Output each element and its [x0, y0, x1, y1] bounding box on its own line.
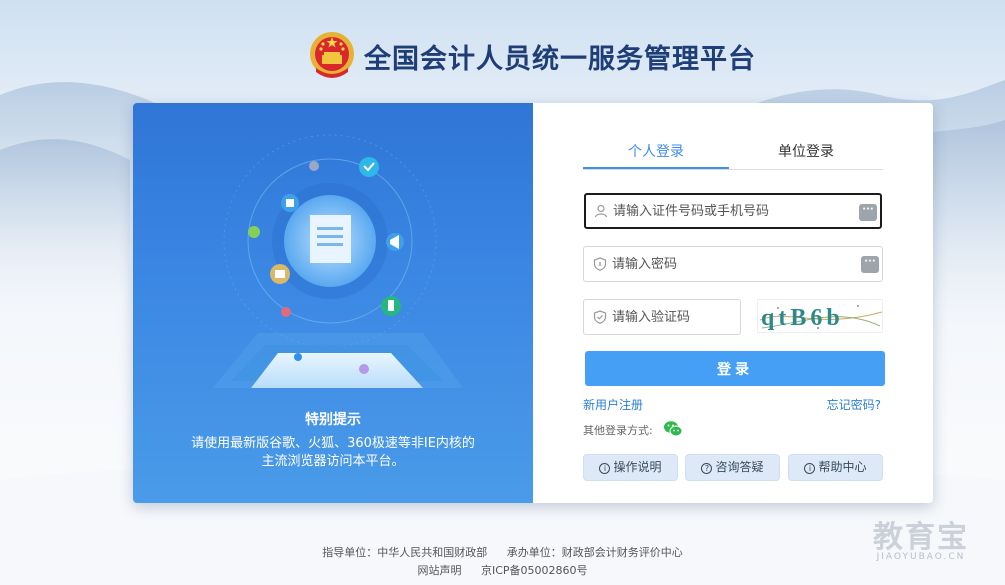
wechat-icon[interactable]: [663, 420, 683, 438]
more-icon[interactable]: ···: [859, 204, 877, 221]
login-card: 特别提示 请使用最新版谷歌、火狐、360极速等非IE内核的 主流浏览器访问本平台…: [133, 103, 933, 503]
shield-icon: [593, 257, 607, 271]
site-header: 全国会计人员统一服务管理平台: [0, 28, 1005, 84]
notice-text: 请使用最新版谷歌、火狐、360极速等非IE内核的 主流浏览器访问本平台。: [183, 435, 483, 471]
shield-check-icon: [593, 310, 607, 324]
other-login-label: 其他登录方式:: [583, 424, 653, 437]
icp-link[interactable]: 京ICP备05002860号: [481, 564, 588, 577]
help-center-button[interactable]: i 帮助中心: [788, 454, 883, 481]
captcha-image[interactable]: qtB6b: [757, 299, 883, 333]
site-title: 全国会计人员统一服务管理平台: [364, 44, 756, 75]
username-input[interactable]: [613, 194, 853, 228]
site-statement-link[interactable]: 网站声明: [417, 564, 461, 577]
operation-guide-button[interactable]: i 操作说明: [583, 454, 678, 481]
notice-line: 主流浏览器访问本平台。: [261, 454, 405, 469]
help-button-label: 操作说明: [613, 460, 662, 474]
question-icon: ?: [701, 463, 713, 474]
notice-line: 请使用最新版谷歌、火狐、360极速等非IE内核的: [191, 436, 475, 451]
notice-title: 特别提示: [305, 412, 361, 428]
footer-links: 网站声明 京ICP备05002860号: [0, 562, 1005, 578]
username-field: ···: [584, 193, 882, 229]
more-icon[interactable]: ···: [861, 256, 879, 273]
tab-unit-login[interactable]: 单位登录: [733, 141, 879, 169]
footer-units: 指导单位：中华人民共和国财政部 承办单位：财政部会计财务评价中心: [0, 544, 1005, 560]
national-emblem-icon: [310, 32, 354, 78]
help-button-label: 咨询答疑: [715, 460, 764, 474]
host-unit: 承办单位：财政部会计财务评价中心: [506, 546, 683, 559]
info-icon: i: [804, 463, 816, 474]
captcha-input[interactable]: [612, 300, 732, 334]
info-icon: i: [599, 463, 611, 474]
tab-personal-login[interactable]: 个人登录: [583, 141, 729, 169]
login-button[interactable]: 登录: [585, 351, 885, 386]
captcha-field: [583, 299, 741, 335]
notice-panel: 特别提示 请使用最新版谷歌、火狐、360极速等非IE内核的 主流浏览器访问本平台…: [133, 103, 533, 503]
password-input[interactable]: [612, 247, 852, 281]
captcha-graphic: qtB6b: [759, 305, 882, 331]
forgot-password-link[interactable]: 忘记密码?: [827, 396, 881, 413]
login-tabs: 个人登录 单位登录: [583, 141, 883, 170]
help-button-label: 帮助中心: [818, 460, 867, 474]
user-icon: [594, 204, 608, 218]
password-field: ···: [583, 246, 883, 282]
faq-button[interactable]: ? 咨询答疑: [685, 454, 780, 481]
login-panel: 个人登录 单位登录 ··· ···: [533, 103, 933, 503]
guide-unit: 指导单位：中华人民共和国财政部: [322, 546, 488, 559]
captcha-text: qtB6b: [761, 305, 844, 331]
register-link[interactable]: 新用户注册: [583, 396, 643, 413]
